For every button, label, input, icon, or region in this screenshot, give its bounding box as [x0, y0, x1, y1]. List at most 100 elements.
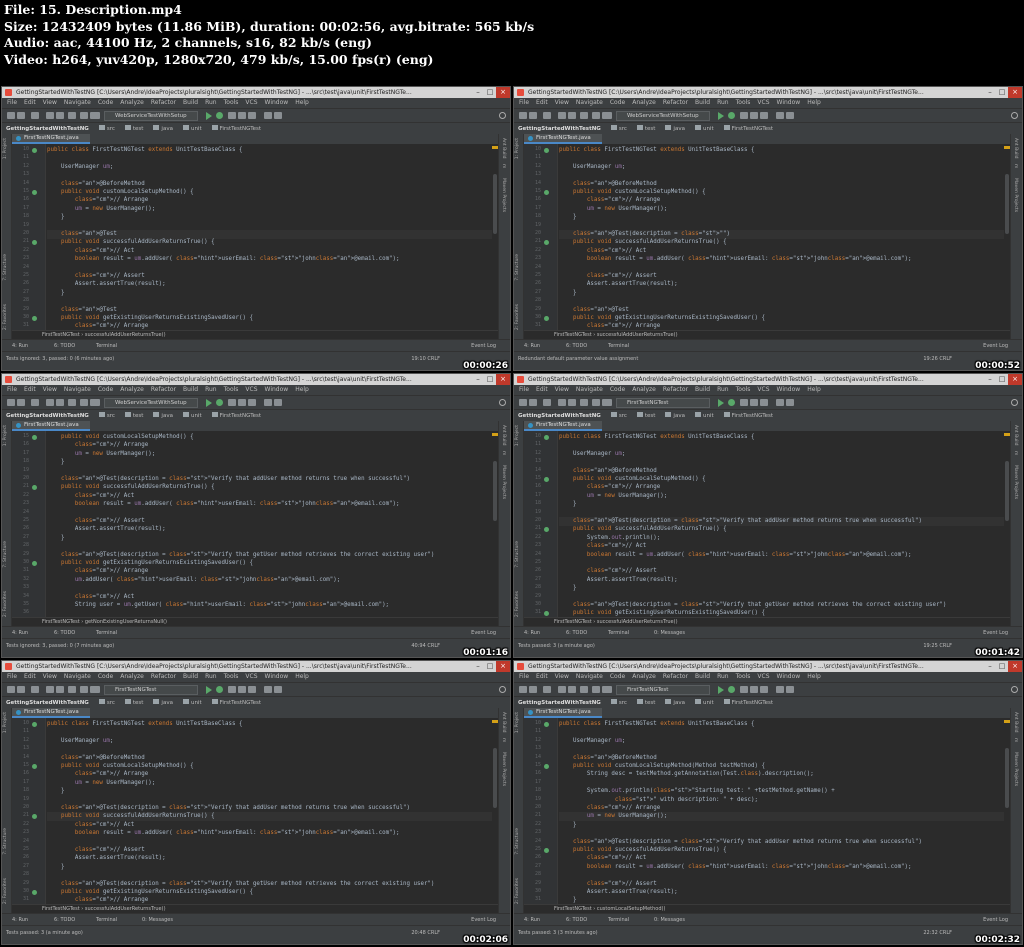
menu-file[interactable]: File: [7, 385, 17, 395]
menu-window[interactable]: Window: [777, 385, 801, 395]
cut-icon[interactable]: [68, 399, 76, 406]
menu-vcs[interactable]: VCS: [245, 385, 257, 395]
tool-window-project[interactable]: 1: Project: [3, 138, 8, 159]
nav-item-unit[interactable]: unit: [182, 123, 202, 134]
run-gutter-icon[interactable]: [32, 814, 37, 820]
menu-run[interactable]: Run: [717, 672, 729, 682]
maximize-button[interactable]: □: [996, 87, 1008, 98]
stop-icon[interactable]: [760, 399, 768, 406]
tool-window-maven-projects[interactable]: Maven Projects: [501, 178, 506, 212]
structure-icon[interactable]: [786, 112, 794, 119]
settings-icon[interactable]: [776, 399, 784, 406]
menu-refactor[interactable]: Refactor: [663, 385, 688, 395]
close-button[interactable]: ×: [496, 87, 510, 98]
menu-file[interactable]: File: [7, 98, 17, 108]
tool-window-m[interactable]: m: [1013, 164, 1018, 168]
tool-window-m[interactable]: m: [1013, 738, 1018, 742]
redo-icon[interactable]: [56, 112, 64, 119]
debug-icon[interactable]: [216, 112, 223, 119]
nav-item-src[interactable]: src: [98, 697, 115, 708]
menu-run[interactable]: Run: [205, 672, 217, 682]
nav-item-java[interactable]: java: [153, 697, 173, 708]
menu-vcs[interactable]: VCS: [757, 672, 769, 682]
menu-navigate[interactable]: Navigate: [64, 672, 91, 682]
nav-item-firsttestngtest[interactable]: FirstTestNGTest: [723, 697, 773, 708]
code-editor[interactable]: public class FirstTestNGTest extends Uni…: [47, 144, 492, 330]
menu-build[interactable]: Build: [183, 98, 198, 108]
nav-item-gettingstartedwithtestng[interactable]: GettingStartedWithTestNG: [518, 697, 601, 708]
nav-item-unit[interactable]: unit: [182, 410, 202, 421]
structure-icon[interactable]: [786, 686, 794, 693]
tool-window-structure[interactable]: 7: Structure: [3, 254, 8, 281]
cut-icon[interactable]: [68, 112, 76, 119]
undo-icon[interactable]: [558, 399, 566, 406]
cut-icon[interactable]: [580, 399, 588, 406]
menu-code[interactable]: Code: [610, 385, 625, 395]
tool-window-favorites[interactable]: 2: Favorites: [515, 304, 520, 330]
menu-navigate[interactable]: Navigate: [64, 385, 91, 395]
cut-icon[interactable]: [68, 686, 76, 693]
nav-item-src[interactable]: src: [98, 123, 115, 134]
profile-icon[interactable]: [750, 686, 758, 693]
run-gutter-icon[interactable]: [544, 148, 549, 153]
scrollbar-thumb[interactable]: [493, 461, 497, 521]
tool-window-structure[interactable]: 7: Structure: [515, 541, 520, 568]
caret-position[interactable]: 19:26 CRLF: [923, 356, 952, 362]
debug-icon[interactable]: [216, 686, 223, 693]
menu-edit[interactable]: Edit: [536, 672, 548, 682]
save-icon[interactable]: [17, 686, 25, 693]
minimize-button[interactable]: –: [472, 661, 484, 672]
tool-window-ant-build[interactable]: Ant Build: [1013, 712, 1018, 732]
redo-icon[interactable]: [568, 686, 576, 693]
tool-window-favorites[interactable]: 2: Favorites: [3, 591, 8, 617]
close-button[interactable]: ×: [496, 374, 510, 385]
tab-firsttestngtest-java[interactable]: FirstTestNGTest.java: [12, 421, 90, 431]
tab-firsttestngtest-java[interactable]: FirstTestNGTest.java: [12, 134, 90, 144]
nav-item-src[interactable]: src: [610, 697, 627, 708]
menu-code[interactable]: Code: [98, 98, 113, 108]
scrollbar-thumb[interactable]: [1005, 748, 1009, 808]
run-gutter-icon[interactable]: [544, 764, 549, 769]
tool-window-ant-build[interactable]: Ant Build: [1013, 425, 1018, 445]
menu-view[interactable]: View: [43, 385, 57, 395]
tool-window-maven-projects[interactable]: Maven Projects: [501, 465, 506, 499]
redo-icon[interactable]: [56, 399, 64, 406]
crumb-method[interactable]: customLocalSetupMethod(): [597, 906, 666, 912]
sync-icon[interactable]: [543, 686, 551, 693]
build-hammer-icon[interactable]: [604, 112, 612, 119]
tool-window-ant-build[interactable]: Ant Build: [501, 712, 506, 732]
tool-window-m[interactable]: m: [501, 738, 506, 742]
nav-item-java[interactable]: java: [665, 697, 685, 708]
close-button[interactable]: ×: [1008, 374, 1022, 385]
menu-view[interactable]: View: [555, 672, 569, 682]
menu-analyze[interactable]: Analyze: [120, 385, 144, 395]
tool-window-project[interactable]: 1: Project: [515, 712, 520, 733]
sync-icon[interactable]: [543, 399, 551, 406]
maximize-button[interactable]: □: [484, 87, 496, 98]
menu-window[interactable]: Window: [265, 672, 289, 682]
run-gutter-icon[interactable]: [32, 148, 37, 153]
menu-vcs[interactable]: VCS: [245, 98, 257, 108]
tool-window-favorites[interactable]: 2: Favorites: [3, 304, 8, 330]
nav-item-gettingstartedwithtestng[interactable]: GettingStartedWithTestNG: [518, 410, 601, 421]
menu-tools[interactable]: Tools: [736, 385, 751, 395]
close-button[interactable]: ×: [1008, 87, 1022, 98]
run-gutter-icon[interactable]: [544, 722, 549, 727]
run-gutter-icon[interactable]: [544, 477, 549, 482]
close-button[interactable]: ×: [496, 661, 510, 672]
copy-icon[interactable]: [592, 399, 600, 406]
redo-icon[interactable]: [568, 399, 576, 406]
scrollbar-thumb[interactable]: [493, 174, 497, 234]
maximize-button[interactable]: □: [484, 661, 496, 672]
open-icon[interactable]: [7, 399, 15, 406]
nav-item-test[interactable]: test: [124, 410, 143, 421]
menu-refactor[interactable]: Refactor: [151, 672, 176, 682]
nav-item-test[interactable]: test: [636, 697, 655, 708]
run-icon[interactable]: [718, 399, 724, 407]
undo-icon[interactable]: [558, 686, 566, 693]
menu-window[interactable]: Window: [777, 672, 801, 682]
menu-edit[interactable]: Edit: [536, 385, 548, 395]
search-everywhere-icon[interactable]: [499, 112, 506, 119]
save-icon[interactable]: [529, 399, 537, 406]
run-icon[interactable]: [206, 112, 212, 120]
